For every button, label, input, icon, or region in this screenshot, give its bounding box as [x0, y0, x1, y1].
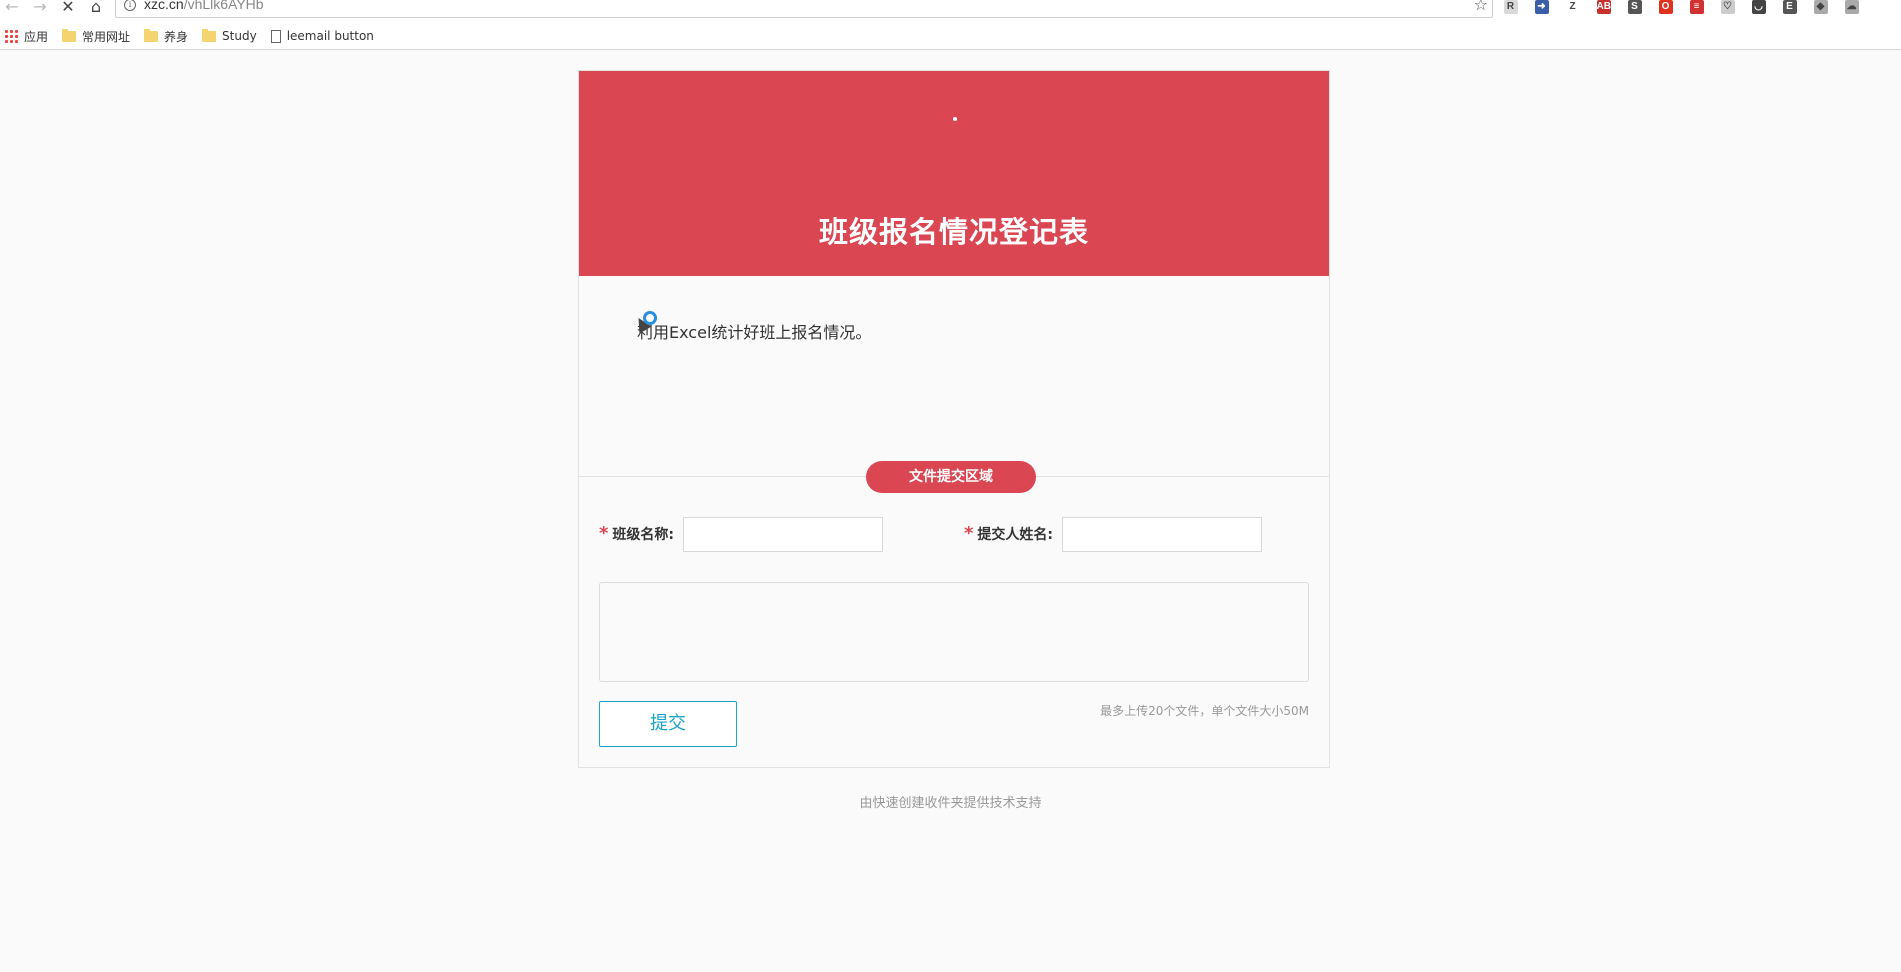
file-submit-section-label: 文件提交区域 — [866, 461, 1036, 493]
opera-icon-glyph: O — [1658, 0, 1673, 14]
required-mark: * — [599, 523, 609, 544]
bookmark-label: 常用网址 — [82, 29, 131, 44]
opera-icon[interactable]: O — [1653, 0, 1678, 16]
class-name-label: * 班级名称: — [599, 523, 674, 544]
class-name-input[interactable] — [683, 517, 883, 552]
cloud-extension-icon[interactable]: ☁ — [1839, 0, 1864, 16]
pocket-icon[interactable]: ◡ — [1746, 0, 1771, 16]
s-extension-icon[interactable]: S — [1622, 0, 1647, 16]
z-extension-icon-glyph: Z — [1565, 0, 1580, 14]
submit-button[interactable]: 提交 — [599, 701, 737, 747]
notes-extension-icon-glyph: ≡ — [1689, 0, 1704, 14]
arrow-extension-icon-glyph: ➜ — [1534, 0, 1549, 14]
folder-icon — [62, 28, 77, 42]
upload-limit-note: 最多上传20个文件，单个文件大小50M — [1100, 704, 1309, 718]
bookmarks-bar: 应用 常用网址 养身 Study leemail button — [0, 26, 1901, 46]
adblock-plus-icon-glyph: ABP — [1596, 0, 1618, 14]
form-banner: 班级报名情况登记表 — [579, 71, 1329, 276]
bookmark-label: 养身 — [164, 29, 189, 44]
arrow-extension-icon[interactable]: ➜ — [1529, 0, 1554, 16]
shield-extension-icon-glyph: ♡ — [1720, 0, 1735, 14]
folder-icon — [144, 28, 159, 42]
bookmark-item[interactable]: 应用 — [4, 26, 48, 46]
r-extension-icon[interactable]: R — [1498, 0, 1523, 16]
bookmark-item[interactable]: 常用网址 — [62, 26, 130, 46]
pocket-icon-glyph: ◡ — [1751, 0, 1766, 14]
url-path: /vhLlk6AYHb — [183, 0, 264, 12]
z-extension-icon[interactable]: Z — [1560, 0, 1585, 16]
form-card: 班级报名情况登记表 利用Excel统计好班上报名情况。 文件提交区域 * 班级名称… — [578, 70, 1330, 768]
back-icon[interactable]: ← — [2, 0, 22, 18]
bookmark-label: 应用 — [24, 29, 49, 44]
notes-extension-icon[interactable]: ≡ — [1684, 0, 1709, 16]
page-icon — [270, 29, 281, 43]
adblock-plus-icon[interactable]: ABP — [1591, 0, 1618, 16]
submitter-name-input[interactable] — [1062, 517, 1262, 552]
bookmark-label: Study — [222, 29, 257, 43]
box-extension-icon[interactable]: ◆ — [1808, 0, 1833, 16]
url-text: xzc.cn/vhLlk6AYHb — [144, 0, 264, 12]
bookmark-item[interactable]: 养身 — [144, 26, 188, 46]
navigation-bar: ← → ✕ ⌂ i xzc.cn/vhLlk6AYHb ☆ R ➜ Z ABP S O ≡ ♡… — [0, 0, 1901, 18]
submitter-name-label: * 提交人姓名: — [964, 523, 1053, 544]
address-bar[interactable]: i xzc.cn/vhLlk6AYHb ☆ — [115, 0, 1493, 18]
submitter-name-label-text: 提交人姓名: — [977, 527, 1054, 543]
stop-icon[interactable]: ✕ — [58, 0, 78, 18]
evernote-icon[interactable]: E — [1777, 0, 1802, 16]
cloud-extension-icon-glyph: ☁ — [1844, 0, 1859, 14]
folder-icon — [202, 28, 217, 42]
shield-extension-icon[interactable]: ♡ — [1715, 0, 1740, 16]
home-icon[interactable]: ⌂ — [86, 0, 106, 18]
forward-icon[interactable]: → — [30, 0, 50, 18]
form-title: 班级报名情况登记表 — [818, 215, 1089, 249]
class-name-label-text: 班级名称: — [612, 527, 675, 543]
url-host: xzc.cn — [144, 0, 184, 12]
loading-ring-icon — [643, 311, 657, 325]
bookmark-star-icon[interactable]: ☆ — [1474, 0, 1488, 14]
apps-grid-icon — [4, 29, 18, 43]
bookmark-item[interactable]: leemail button — [270, 26, 374, 46]
r-extension-icon-glyph: R — [1503, 0, 1518, 14]
browser-chrome: ← → ✕ ⌂ i xzc.cn/vhLlk6AYHb ☆ R ➜ Z ABP S O ≡ ♡… — [0, 0, 1901, 50]
form-description: 利用Excel统计好班上报名情况。 — [637, 323, 872, 342]
required-mark: * — [964, 523, 974, 544]
s-extension-icon-glyph: S — [1627, 0, 1642, 14]
box-extension-icon-glyph: ◆ — [1813, 0, 1828, 14]
site-info-icon[interactable]: i — [124, 0, 136, 11]
bookmark-label: leemail button — [286, 29, 374, 43]
extension-toolbar: R ➜ Z ABP S O ≡ ♡ ◡ E ◆ ☁ — [1498, 0, 1864, 18]
file-upload-area[interactable] — [599, 582, 1309, 682]
footer-credit: 由快速创建收件夹提供技术支持 — [859, 796, 1042, 811]
evernote-icon-glyph: E — [1782, 0, 1797, 14]
banner-dot — [953, 117, 957, 121]
bookmark-item[interactable]: Study — [202, 26, 257, 46]
